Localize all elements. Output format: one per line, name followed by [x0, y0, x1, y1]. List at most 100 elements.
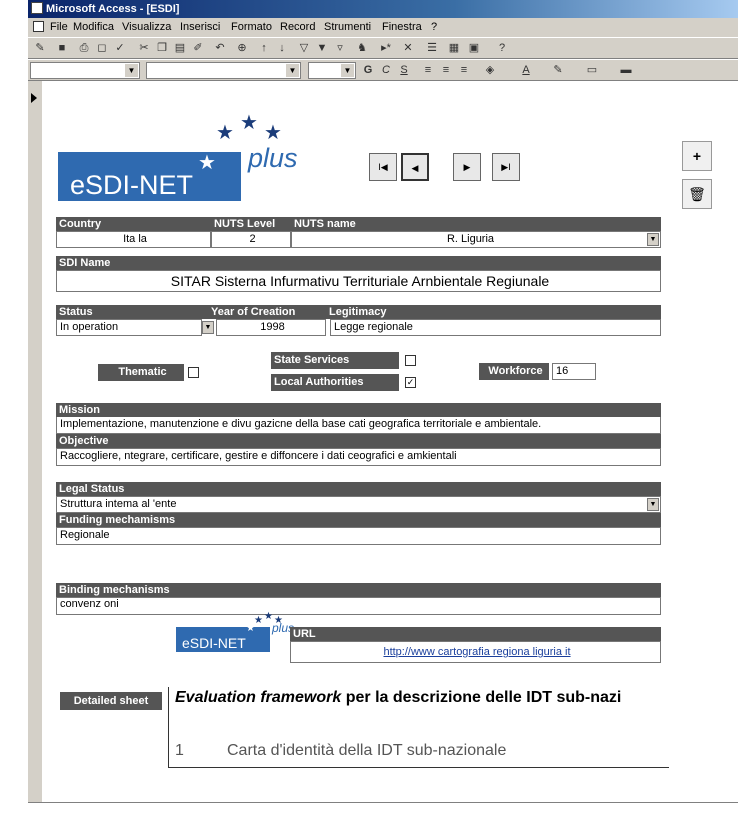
align-center-icon[interactable]: ≡	[438, 63, 454, 78]
sort-asc-icon[interactable]: ↑	[256, 41, 272, 56]
new-record-button[interactable]: +	[682, 141, 712, 171]
new-object-icon[interactable]: ▣	[466, 41, 482, 56]
line-width-icon[interactable]: ▭	[584, 63, 600, 78]
state-services-checkbox[interactable]	[405, 355, 416, 366]
chevron-down-icon: ▼	[286, 64, 299, 77]
save-icon[interactable]: ■	[54, 41, 70, 56]
detailed-sheet-label[interactable]: Detailed sheet	[60, 692, 162, 710]
url-label: URL	[290, 627, 661, 641]
font-size-combo[interactable]: ▼	[308, 62, 356, 79]
filter-form-icon[interactable]: ▼	[314, 41, 330, 56]
menu-finestra[interactable]: Finestra	[382, 18, 422, 37]
evaluation-heading: Evaluation framework per la descrizione …	[175, 689, 621, 707]
menu-modifica[interactable]: Modifica	[73, 18, 114, 37]
funding-mechanisms-label: Funding mechamisms	[56, 513, 661, 527]
fill-color-icon[interactable]: ◈	[482, 63, 498, 78]
print-icon[interactable]: ⎙	[76, 41, 92, 56]
chevron-down-icon[interactable]: ▼	[647, 233, 659, 246]
legal-status-field[interactable]: Struttura intema al 'ente	[56, 496, 661, 513]
year-of-creation-field[interactable]: 1998	[216, 319, 326, 336]
bold-button[interactable]: G	[360, 63, 376, 78]
logo-text: eSDI-NET	[182, 635, 246, 651]
apply-filter-icon[interactable]: ▿	[332, 41, 348, 56]
status-label: Status	[56, 305, 208, 319]
menu-inserisci[interactable]: Inserisci	[180, 18, 220, 37]
find-icon[interactable]: ♞	[354, 41, 370, 56]
logo-suffix: plus	[248, 143, 298, 173]
workforce-label: Workforce	[479, 363, 549, 380]
hyperlink-icon[interactable]: ⊕	[234, 41, 250, 56]
local-authorities-checkbox[interactable]: ✓	[405, 377, 416, 388]
objective-field[interactable]: Raccogliere, ntegrare, certificare, gest…	[56, 448, 661, 466]
legal-status-label: Legal Status	[56, 482, 661, 496]
new-record-icon[interactable]: ▸*	[378, 41, 394, 56]
paste-icon[interactable]: ▤	[172, 41, 188, 56]
chevron-down-icon[interactable]: ▼	[647, 498, 659, 511]
detailed-sheet-preview[interactable]: Evaluation framework per la descrizione …	[168, 687, 669, 768]
objective-label: Objective	[56, 434, 661, 448]
menu-record[interactable]: Record	[280, 18, 315, 37]
sdi-name-field[interactable]: SITAR Sisterna Infurmativu Territuriale …	[56, 270, 661, 292]
database-window-icon[interactable]: ▦	[446, 41, 462, 56]
esdi-net-logo: ★ eSDI-NET	[58, 152, 241, 201]
current-record-icon	[31, 93, 37, 103]
cut-icon[interactable]: ✂	[136, 41, 152, 56]
logo-star-icon: ★	[216, 122, 234, 144]
url-link[interactable]: http://www cartografia regiona liguria i…	[290, 641, 661, 663]
spelling-icon[interactable]: ✓	[112, 41, 128, 56]
document-icon[interactable]	[33, 21, 44, 32]
nuts-name-field[interactable]: R. Liguria	[291, 231, 661, 248]
country-field[interactable]: Ita la	[56, 231, 211, 248]
menu-file[interactable]: File	[50, 18, 68, 37]
funding-mechanisms-field[interactable]: Regionale	[56, 527, 661, 545]
align-right-icon[interactable]: ≡	[456, 63, 472, 78]
prev-record-button[interactable]: ◀	[401, 153, 429, 181]
trash-icon[interactable]: 🗑	[682, 179, 712, 209]
mission-field[interactable]: Implementazione, manutenzione e divu gaz…	[56, 417, 661, 434]
view-icon[interactable]: ✎	[32, 41, 48, 56]
last-record-button[interactable]: ▶I	[492, 153, 520, 181]
logo-star-icon: ★	[254, 615, 263, 626]
properties-icon[interactable]: ☰	[424, 41, 440, 56]
legitimacy-field[interactable]: Legge regionale	[330, 319, 661, 336]
undo-icon[interactable]: ↶	[212, 41, 228, 56]
copy-icon[interactable]: ❐	[154, 41, 170, 56]
help-icon[interactable]: ?	[494, 41, 510, 56]
format-painter-icon[interactable]: ✐	[190, 41, 206, 56]
access-app-icon	[31, 2, 43, 14]
menu-help[interactable]: ?	[431, 18, 437, 37]
nuts-level-field[interactable]: 2	[211, 231, 291, 248]
workforce-field[interactable]: 16	[552, 363, 596, 380]
window-title: Microsoft Access - [ESDI]	[46, 3, 180, 15]
line-color-icon[interactable]: ✎	[550, 63, 566, 78]
legitimacy-label: Legitimacy	[326, 305, 661, 319]
thematic-label: Thematic	[98, 364, 184, 381]
delete-record-icon[interactable]: ✕	[400, 41, 416, 56]
nuts-name-label: NUTS name	[291, 217, 661, 231]
thematic-checkbox[interactable]	[188, 367, 199, 378]
first-record-button[interactable]: I◀	[369, 153, 397, 181]
record-selector[interactable]	[28, 81, 43, 802]
next-record-button[interactable]: ▶	[453, 153, 481, 181]
sort-desc-icon[interactable]: ↓	[274, 41, 290, 56]
font-name-combo[interactable]: ▼	[146, 62, 301, 79]
align-left-icon[interactable]: ≡	[420, 63, 436, 78]
logo-text: eSDI-NET	[70, 170, 194, 200]
chevron-down-icon[interactable]: ▼	[202, 321, 214, 334]
logo-star-icon: ★	[198, 152, 216, 174]
local-authorities-label: Local Authorities	[271, 374, 399, 391]
binding-mechanisms-field[interactable]: convenz oni	[56, 597, 661, 615]
esdi-net-small-logo: ★ eSDI-NET	[176, 623, 270, 652]
underline-button[interactable]: S	[396, 63, 412, 78]
print-preview-icon[interactable]: ◻	[94, 41, 110, 56]
filter-selection-icon[interactable]: ▽	[296, 41, 312, 56]
status-field[interactable]: In operation	[56, 319, 202, 336]
object-combo[interactable]: ▼	[30, 62, 140, 79]
font-color-button[interactable]: A	[518, 63, 534, 78]
menu-visualizza[interactable]: Visualizza	[122, 18, 171, 37]
italic-button[interactable]: C	[378, 63, 394, 78]
menu-strumenti[interactable]: Strumenti	[324, 18, 371, 37]
evaluation-heading-rest: per la descrizione delle IDT sub-nazi	[341, 689, 622, 706]
menu-formato[interactable]: Formato	[231, 18, 272, 37]
special-effect-icon[interactable]: ▬	[618, 63, 634, 78]
